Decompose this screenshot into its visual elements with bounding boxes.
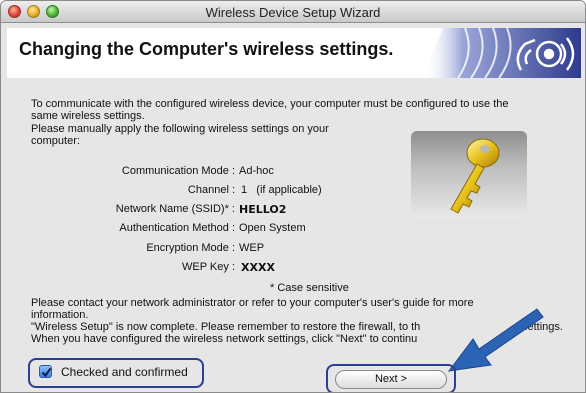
setting-value: WEP — [239, 242, 265, 254]
page-title: Changing the Computer's wireless setting… — [19, 39, 394, 59]
intro-text: To communicate with the configured wirel… — [31, 98, 569, 122]
setting-row: Encryption Mode : WEP — [1, 242, 561, 256]
key-icon — [450, 138, 500, 214]
wizard-window: Wireless Device Setup Wizard Changing th… — [0, 0, 586, 393]
wireless-banner-graphic — [423, 28, 581, 78]
setting-value: HELLO2 — [239, 203, 287, 216]
setting-label: Network Name (SSID)* : — [115, 203, 235, 215]
setting-label: Authentication Method : — [119, 222, 235, 234]
setting-label: Communication Mode : — [121, 165, 235, 177]
confirm-checkbox[interactable] — [39, 365, 52, 378]
setting-value: Open System — [239, 222, 306, 234]
setting-value: XXXX — [241, 261, 275, 274]
setting-row: WEP Key : XXXX — [1, 261, 561, 275]
next-button[interactable]: Next > — [335, 370, 447, 389]
checkmark-icon — [41, 367, 52, 378]
window-title: Wireless Device Setup Wizard — [205, 5, 381, 20]
setting-value: 1 (if applicable) — [241, 184, 322, 196]
setting-label: Encryption Mode : — [146, 242, 235, 254]
intro-line-2: same wireless settings. — [31, 110, 145, 122]
confirm-checkbox-label[interactable]: Checked and confirmed — [61, 365, 188, 379]
header-banner: Changing the Computer's wireless setting… — [7, 28, 581, 78]
intro-line-1: To communicate with the configured wirel… — [31, 98, 509, 110]
instruction-text: Please manually apply the following wire… — [31, 123, 351, 147]
setting-value: Ad-hoc — [239, 165, 274, 177]
case-sensitive-note: * Case sensitive — [270, 282, 349, 294]
title-bar: Wireless Device Setup Wizard — [1, 1, 585, 23]
intro-line-3: Please manually apply the following wire… — [31, 123, 329, 135]
key-image — [411, 131, 527, 219]
setting-label: Channel : — [187, 184, 235, 196]
setting-label: WEP Key : — [182, 261, 235, 273]
intro-line-4: computer: — [31, 135, 80, 147]
footer-line-3: "Wireless Setup" is now complete. Please… — [31, 321, 421, 333]
setting-row: Authentication Method : Open System — [1, 222, 561, 236]
